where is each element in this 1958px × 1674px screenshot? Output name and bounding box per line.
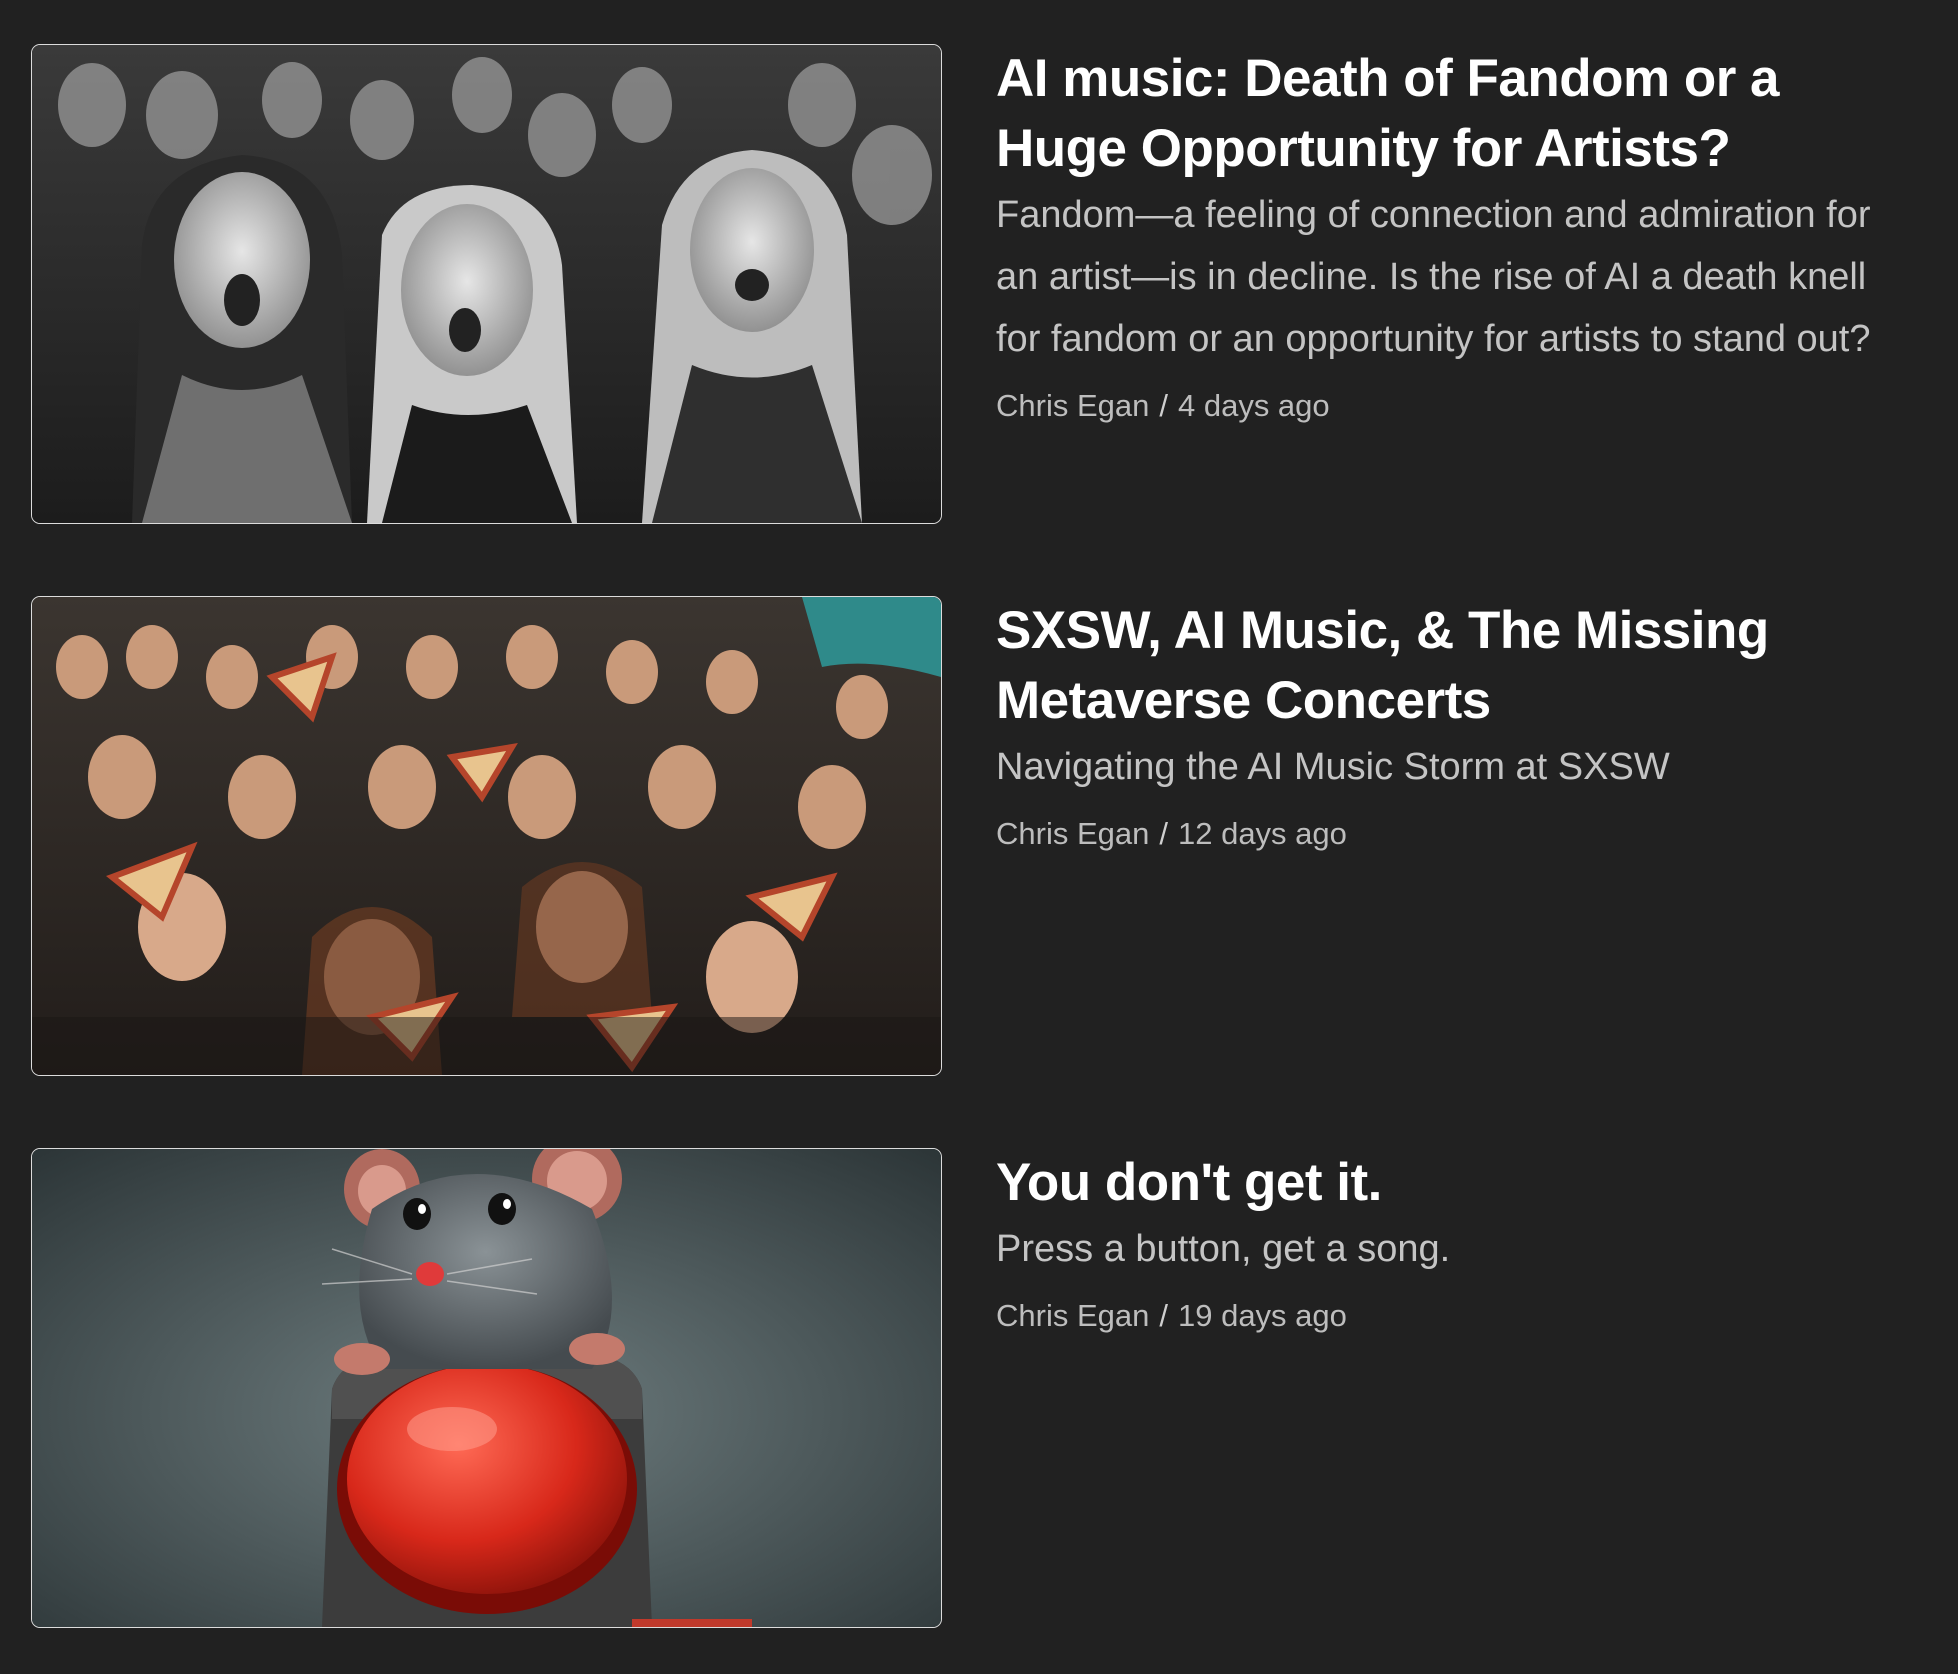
post-card[interactable]: You don't get it. Press a button, get a … xyxy=(31,1148,1931,1628)
post-author[interactable]: Chris Egan xyxy=(996,816,1149,851)
thumbnail-image xyxy=(32,1149,941,1627)
post-card[interactable]: AI music: Death of Fandom or a Huge Oppo… xyxy=(31,44,1931,524)
post-thumbnail-pizza-crowd[interactable] xyxy=(31,596,942,1076)
post-text: AI music: Death of Fandom or a Huge Oppo… xyxy=(996,44,1876,426)
post-date: 19 days ago xyxy=(1177,1298,1347,1333)
post-excerpt: Fandom—a feeling of connection and admir… xyxy=(996,194,1871,360)
post-thumbnail-screaming-fans[interactable] xyxy=(31,44,942,524)
post-text: You don't get it. Press a button, get a … xyxy=(996,1148,1876,1336)
post-text: SXSW, AI Music, & The Missing Metaverse … xyxy=(996,596,1876,854)
post-author[interactable]: Chris Egan xyxy=(996,1298,1149,1333)
meta-separator: / xyxy=(1159,388,1168,423)
meta-separator: / xyxy=(1159,816,1168,851)
thumbnail-image xyxy=(32,597,941,1075)
post-title[interactable]: SXSW, AI Music, & The Missing Metaverse … xyxy=(996,596,1876,736)
post-thumbnail-rat-red-button[interactable] xyxy=(31,1148,942,1628)
post-excerpt: Navigating the AI Music Storm at SXSW xyxy=(996,746,1670,788)
post-meta: Chris Egan / 19 days ago xyxy=(996,1296,1876,1336)
post-excerpt: Press a button, get a song. xyxy=(996,1228,1451,1270)
post-title[interactable]: AI music: Death of Fandom or a Huge Oppo… xyxy=(996,44,1876,184)
post-date: 4 days ago xyxy=(1177,388,1330,423)
meta-separator: / xyxy=(1159,1298,1168,1333)
post-title[interactable]: You don't get it. xyxy=(996,1148,1876,1218)
post-card[interactable]: SXSW, AI Music, & The Missing Metaverse … xyxy=(31,596,1931,1076)
post-feed: AI music: Death of Fandom or a Huge Oppo… xyxy=(0,0,1958,1674)
post-author[interactable]: Chris Egan xyxy=(996,388,1149,423)
post-meta: Chris Egan / 12 days ago xyxy=(996,814,1876,854)
post-meta: Chris Egan / 4 days ago xyxy=(996,386,1876,426)
post-date: 12 days ago xyxy=(1177,816,1347,851)
thumbnail-image xyxy=(32,45,941,523)
